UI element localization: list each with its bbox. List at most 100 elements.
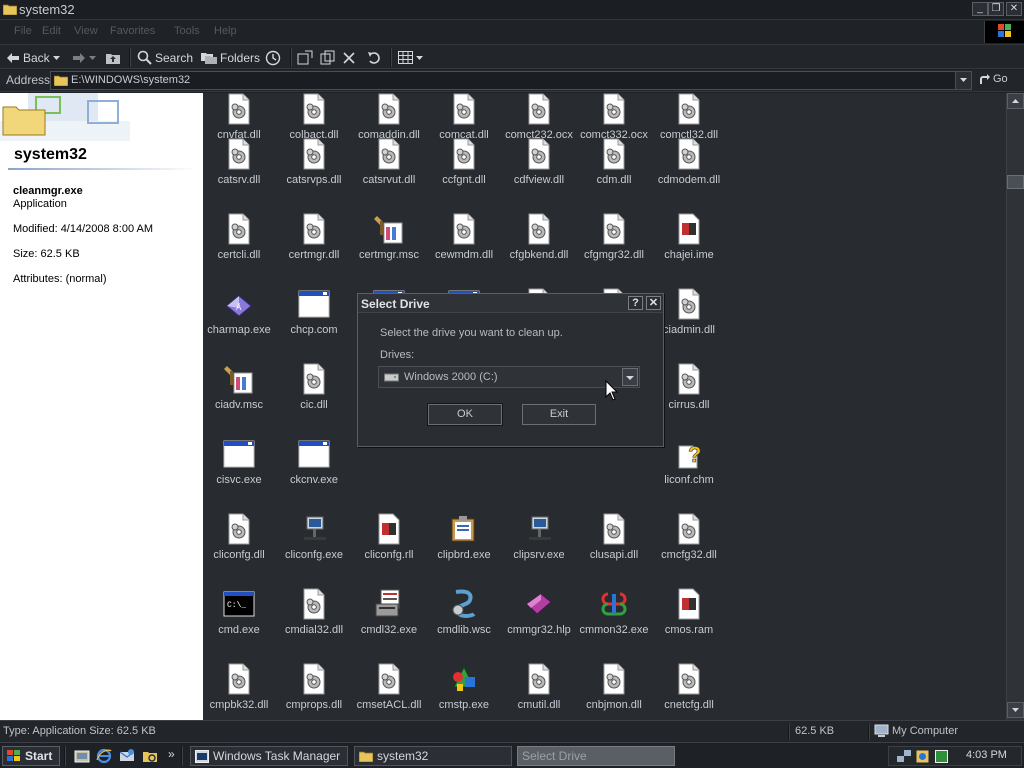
task-windows-task-manager[interactable]: Windows Task Manager bbox=[190, 746, 348, 766]
scroll-down-button[interactable] bbox=[1007, 702, 1024, 718]
menu-help[interactable]: Help bbox=[214, 25, 237, 37]
file-item[interactable]: cdfview.dll bbox=[502, 138, 576, 186]
dll-file-icon bbox=[598, 93, 630, 125]
file-item[interactable]: comcat.dll bbox=[427, 93, 501, 141]
file-item[interactable]: chcp.com bbox=[277, 288, 351, 336]
file-item[interactable]: cewmdm.dll bbox=[427, 213, 501, 261]
maximize-button[interactable]: ❐ bbox=[988, 2, 1004, 16]
file-item[interactable]: C:\_ cmd.exe bbox=[203, 588, 276, 636]
drive-dropdown-button[interactable] bbox=[622, 368, 638, 386]
file-item[interactable]: catsrvut.dll bbox=[352, 138, 426, 186]
file-item[interactable]: cic.dll bbox=[277, 363, 351, 411]
shield-tray-icon[interactable] bbox=[916, 750, 929, 763]
vertical-scrollbar[interactable] bbox=[1006, 93, 1024, 720]
start-button[interactable]: Start bbox=[2, 746, 60, 766]
menu-file[interactable]: File bbox=[14, 25, 32, 37]
scroll-thumb[interactable] bbox=[1007, 175, 1024, 189]
internet-explorer-icon[interactable] bbox=[96, 748, 112, 764]
file-item[interactable]: cmmgr32.hlp bbox=[502, 588, 576, 636]
dialog-title-bar[interactable]: Select Drive ? ✕ bbox=[358, 294, 663, 313]
search-button[interactable]: Search bbox=[137, 49, 193, 66]
menu-view[interactable]: View bbox=[74, 25, 98, 37]
folders-button[interactable]: Folders bbox=[201, 49, 260, 66]
file-name: cmdlib.wsc bbox=[437, 624, 491, 636]
address-input[interactable]: E:\WINDOWS\system32 bbox=[50, 71, 972, 90]
outlook-express-icon[interactable] bbox=[119, 748, 135, 764]
views-button[interactable] bbox=[398, 49, 423, 66]
file-item[interactable]: ciadv.msc bbox=[203, 363, 276, 411]
delete-button[interactable] bbox=[343, 49, 355, 66]
file-item[interactable]: clusapi.dll bbox=[577, 513, 651, 561]
file-item[interactable]: cmmon32.exe bbox=[577, 588, 651, 636]
file-item[interactable]: cmprops.dll bbox=[277, 663, 351, 711]
file-name: chcp.com bbox=[290, 324, 338, 336]
file-item[interactable]: cdmodem.dll bbox=[652, 138, 726, 186]
file-item[interactable]: catsrv.dll bbox=[203, 138, 276, 186]
file-item[interactable]: cliconfg.dll bbox=[203, 513, 276, 561]
menu-favorites[interactable]: Favorites bbox=[110, 25, 155, 37]
windows-explorer-icon[interactable] bbox=[142, 748, 158, 764]
file-item[interactable]: cmstp.exe bbox=[427, 663, 501, 711]
minimize-button[interactable]: _ bbox=[972, 2, 988, 16]
file-item[interactable]: ccfgnt.dll bbox=[427, 138, 501, 186]
network-tray-icon[interactable] bbox=[897, 750, 912, 763]
show-desktop-icon[interactable] bbox=[74, 749, 90, 764]
dialog-close-button[interactable]: ✕ bbox=[646, 296, 661, 310]
file-item[interactable]: comaddin.dll bbox=[352, 93, 426, 141]
file-item[interactable]: cmsetACL.dll bbox=[352, 663, 426, 711]
file-item[interactable]: certmgr.dll bbox=[277, 213, 351, 261]
file-item[interactable]: cmdl32.exe bbox=[352, 588, 426, 636]
file-name: certcli.dll bbox=[217, 249, 261, 261]
file-item[interactable]: ckcnv.exe bbox=[277, 438, 351, 486]
file-item[interactable]: cmutil.dll bbox=[502, 663, 576, 711]
help-button[interactable]: ? bbox=[628, 296, 643, 310]
file-item[interactable]: clipsrv.exe bbox=[502, 513, 576, 561]
file-item[interactable]: cnvfat.dll bbox=[203, 93, 276, 141]
file-item[interactable]: certmgr.msc bbox=[352, 213, 426, 261]
file-item[interactable]: cmpbk32.dll bbox=[203, 663, 276, 711]
file-item[interactable]: cnbjmon.dll bbox=[577, 663, 651, 711]
exit-button[interactable]: Exit bbox=[522, 404, 596, 425]
task-select-drive[interactable]: Select Drive bbox=[517, 746, 675, 766]
menu-edit[interactable]: Edit bbox=[42, 25, 61, 37]
file-item[interactable]: comct232.ocx bbox=[502, 93, 576, 141]
address-dropdown-button[interactable] bbox=[955, 72, 971, 89]
scroll-up-button[interactable] bbox=[1007, 93, 1024, 109]
drive-select[interactable]: Windows 2000 (C:) bbox=[378, 366, 640, 388]
file-item[interactable]: Ächarmap.exe bbox=[203, 288, 276, 336]
go-button[interactable]: Go bbox=[978, 73, 1008, 85]
title-bar[interactable]: system32 _ ❐ ✕ bbox=[0, 0, 1024, 20]
back-button[interactable]: Back bbox=[6, 49, 60, 66]
file-item[interactable]: cmdlib.wsc bbox=[427, 588, 501, 636]
ok-button[interactable]: OK bbox=[427, 403, 503, 426]
clock[interactable]: 4:03 PM bbox=[966, 749, 1007, 761]
monitor-tray-icon[interactable] bbox=[935, 750, 948, 763]
file-item[interactable]: catsrvps.dll bbox=[277, 138, 351, 186]
file-item[interactable]: comctl32.dll bbox=[652, 93, 726, 141]
task-system32[interactable]: system32 bbox=[354, 746, 512, 766]
history-button[interactable] bbox=[265, 49, 281, 66]
file-item[interactable]: certcli.dll bbox=[203, 213, 276, 261]
forward-button[interactable] bbox=[72, 49, 96, 66]
file-item[interactable]: cmdial32.dll bbox=[277, 588, 351, 636]
copy-to-button[interactable] bbox=[320, 49, 336, 66]
file-item[interactable]: clipbrd.exe bbox=[427, 513, 501, 561]
file-item[interactable]: cisvc.exe bbox=[203, 438, 276, 486]
move-to-button[interactable] bbox=[297, 49, 313, 66]
file-item[interactable]: cdm.dll bbox=[577, 138, 651, 186]
file-item[interactable]: cliconfg.exe bbox=[277, 513, 351, 561]
file-item[interactable]: cfgmgr32.dll bbox=[577, 213, 651, 261]
quick-launch-more-icon[interactable]: » bbox=[168, 747, 175, 761]
file-item[interactable]: colbact.dll bbox=[277, 93, 351, 141]
file-item[interactable]: cfgbkend.dll bbox=[502, 213, 576, 261]
undo-button[interactable] bbox=[367, 49, 382, 66]
up-folder-button[interactable] bbox=[105, 49, 121, 66]
close-button[interactable]: ✕ bbox=[1006, 2, 1022, 16]
file-item[interactable]: cmcfg32.dll bbox=[652, 513, 726, 561]
menu-tools[interactable]: Tools bbox=[174, 25, 200, 37]
file-item[interactable]: comct332.ocx bbox=[577, 93, 651, 141]
file-item[interactable]: cliconfg.rll bbox=[352, 513, 426, 561]
file-item[interactable]: chajei.ime bbox=[652, 213, 726, 261]
file-item[interactable]: cmos.ram bbox=[652, 588, 726, 636]
file-item[interactable]: cnetcfg.dll bbox=[652, 663, 726, 711]
